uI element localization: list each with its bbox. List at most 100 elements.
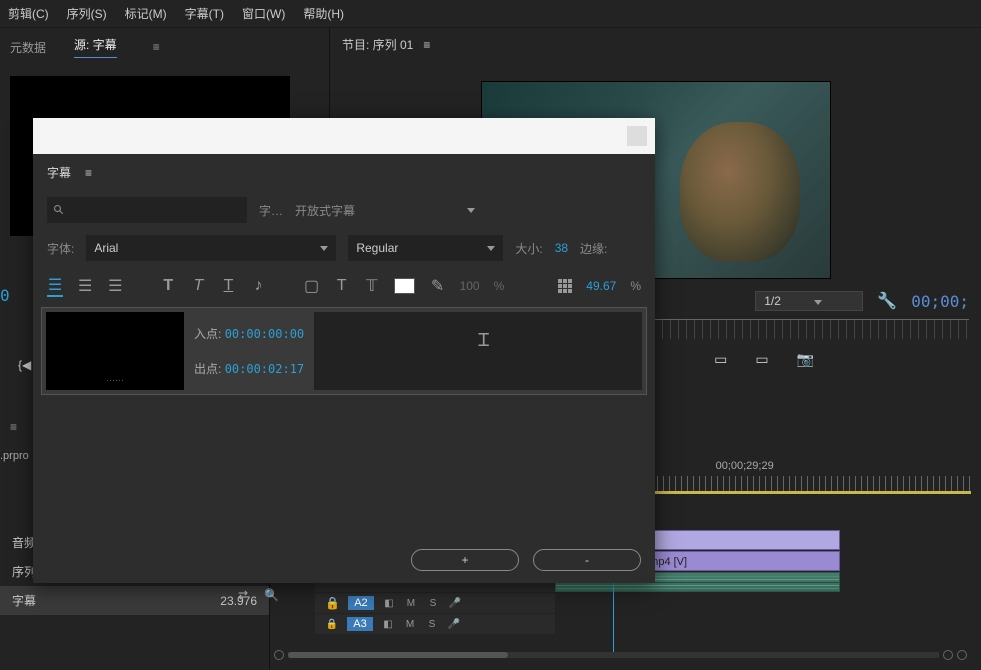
- scale-unit: %: [630, 279, 641, 293]
- font-weight-select[interactable]: Regular: [348, 235, 503, 261]
- position-grid-icon[interactable]: [558, 279, 572, 293]
- menu-sequence[interactable]: 序列(S): [67, 5, 107, 22]
- mark-in-icon[interactable]: {◀: [18, 358, 31, 372]
- lock-icon[interactable]: 🔒: [325, 617, 339, 631]
- stream-label: 字…: [259, 202, 283, 219]
- voice-over-icon[interactable]: 🎤: [447, 617, 461, 631]
- tab-source-caption[interactable]: 源: 字幕: [74, 36, 117, 58]
- font-value: Arial: [94, 241, 118, 255]
- caption-thumbnail: · · · · · ·: [46, 312, 184, 390]
- scale-value[interactable]: 49.67: [586, 279, 616, 293]
- project-file-ext: .prpro: [0, 450, 29, 462]
- track-a2-content[interactable]: [555, 593, 971, 613]
- music-note-icon[interactable]: ♪: [251, 277, 267, 295]
- size-value[interactable]: 38: [555, 241, 568, 255]
- project-menu-icon[interactable]: ≡: [10, 420, 17, 434]
- menu-help[interactable]: 帮助(H): [303, 5, 344, 22]
- scroll-handle-right[interactable]: [943, 650, 953, 660]
- mute-toggle[interactable]: M: [404, 596, 418, 610]
- caption-toolbar: ☰ ☰ ☰ T T T ♪ ▢ T 𝕋 ✎ 100 % 49.67 %: [33, 267, 655, 305]
- overwrite-button[interactable]: ▭: [714, 351, 727, 368]
- solo-toggle[interactable]: S: [426, 596, 440, 610]
- source-panel-menu-icon[interactable]: ≡: [153, 40, 160, 54]
- caption-header: 字幕 ≡: [33, 154, 655, 191]
- solo-toggle[interactable]: S: [425, 617, 439, 631]
- menu-bar: 剪辑(C) 序列(S) 标记(M) 字幕(T) 窗口(W) 帮助(H): [0, 0, 981, 28]
- menu-markers[interactable]: 标记(M): [125, 5, 167, 22]
- caption-editor-panel: 字幕 ≡ 字… 开放式字幕 字体: Arial Regular 大小: 38 边…: [33, 118, 655, 583]
- caption-font-row: 字体: Arial Regular 大小: 38 边缘:: [33, 229, 655, 267]
- shuffle-icon[interactable]: ⇄: [238, 588, 248, 602]
- align-center-icon[interactable]: ☰: [77, 276, 93, 296]
- lock-icon[interactable]: 🔒: [325, 596, 340, 610]
- scroll-track[interactable]: [288, 652, 939, 658]
- track-a2-controls: 🔒 A2 ◧ M S 🎤: [315, 593, 555, 613]
- caption-footer: + -: [411, 549, 641, 571]
- chevron-down-icon[interactable]: [467, 208, 475, 213]
- program-timecode[interactable]: 00;00;: [911, 292, 969, 311]
- tl-tc-2: 00;00;29;29: [716, 460, 774, 472]
- voice-over-icon[interactable]: 🎤: [448, 596, 462, 610]
- close-button[interactable]: [627, 126, 647, 146]
- caption-menu-icon[interactable]: ≡: [85, 166, 92, 180]
- zoom-value: 1/2: [764, 294, 781, 308]
- caption-timecodes: 入点: 00:00:00:00 出点: 00:00:02:17: [194, 312, 304, 390]
- zoom-select[interactable]: 1/2: [755, 291, 863, 311]
- sync-lock-icon[interactable]: ◧: [382, 596, 396, 610]
- caption-search-input[interactable]: [47, 197, 247, 223]
- thumbnail-text: · · · · · ·: [107, 378, 124, 384]
- size-label: 大小:: [515, 240, 542, 257]
- track-a3-controls: 🔒 A3 ◧ M S 🎤: [315, 614, 555, 634]
- program-panel-menu-icon[interactable]: ≡: [423, 38, 430, 52]
- align-left-icon[interactable]: ☰: [47, 275, 63, 297]
- scroll-thumb[interactable]: [288, 652, 508, 658]
- bold-icon[interactable]: T: [160, 277, 176, 295]
- in-point-label: 入点:: [194, 327, 221, 341]
- lift-button[interactable]: ▭: [755, 351, 768, 368]
- caption-titlebar[interactable]: [33, 118, 655, 154]
- scroll-handle-end[interactable]: [957, 650, 967, 660]
- background-box-icon[interactable]: ▢: [304, 276, 320, 296]
- track-a2-label[interactable]: A2: [348, 596, 374, 610]
- project-row-caption[interactable]: 字幕 23.976: [0, 586, 269, 615]
- text-cursor-icon: Ꮖ: [478, 330, 490, 351]
- track-a3: 🔒 A3 ◧ M S 🎤: [315, 614, 971, 634]
- caption-clip-row[interactable]: · · · · · · 入点: 00:00:00:00 出点: 00:00:02…: [41, 307, 647, 395]
- edge-label: 边缘:: [580, 240, 607, 257]
- in-point-value[interactable]: 00:00:00:00: [225, 327, 304, 341]
- track-a3-content[interactable]: [555, 614, 971, 634]
- source-timecode[interactable]: 0: [0, 286, 10, 305]
- program-header: 节目: 序列 01 ≡: [330, 28, 981, 61]
- caption-text-input[interactable]: Ꮖ: [314, 312, 642, 390]
- track-a3-label[interactable]: A3: [347, 617, 373, 631]
- opacity-value[interactable]: 100: [460, 279, 480, 293]
- opacity-unit: %: [494, 279, 505, 293]
- out-point-label: 出点:: [194, 362, 221, 376]
- caption-search-row: 字… 开放式字幕: [33, 191, 655, 229]
- track-a2: 🔒 A2 ◧ M S 🎤: [315, 593, 971, 613]
- search-icon: [53, 204, 65, 216]
- export-frame-button[interactable]: 📷: [797, 351, 814, 368]
- italic-icon[interactable]: T: [190, 277, 206, 295]
- sync-lock-icon[interactable]: ◧: [381, 617, 395, 631]
- video-frame-content: [680, 122, 800, 262]
- menu-edit[interactable]: 剪辑(C): [8, 5, 49, 22]
- text-outline-icon[interactable]: 𝕋: [364, 276, 380, 296]
- underline-icon[interactable]: T: [220, 277, 236, 295]
- text-color-icon[interactable]: T: [334, 277, 350, 295]
- align-right-icon[interactable]: ☰: [107, 276, 123, 296]
- add-caption-button[interactable]: +: [411, 549, 519, 571]
- out-point-value[interactable]: 00:00:02:17: [225, 362, 304, 376]
- color-swatch[interactable]: [394, 278, 416, 294]
- eyedropper-icon[interactable]: ✎: [429, 276, 445, 296]
- menu-captions[interactable]: 字幕(T): [185, 5, 224, 22]
- menu-window[interactable]: 窗口(W): [242, 5, 285, 22]
- settings-wrench-icon[interactable]: 🔧: [877, 291, 897, 311]
- stream-type[interactable]: 开放式字幕: [295, 202, 355, 219]
- font-weight-value: Regular: [356, 241, 398, 255]
- scroll-handle-left[interactable]: [274, 650, 284, 660]
- remove-caption-button[interactable]: -: [533, 549, 641, 571]
- tab-metadata[interactable]: 元数据: [10, 39, 46, 56]
- font-select[interactable]: Arial: [86, 235, 336, 261]
- mute-toggle[interactable]: M: [403, 617, 417, 631]
